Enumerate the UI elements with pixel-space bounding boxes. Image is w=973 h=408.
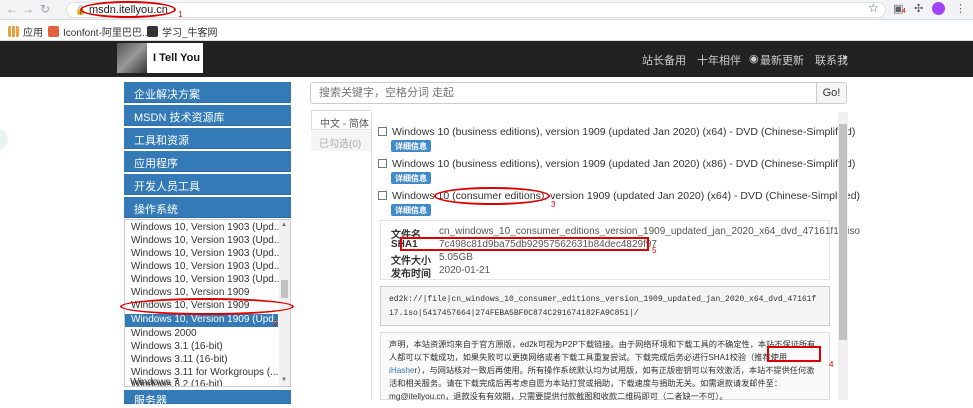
menu-os[interactable]: 操作系统	[124, 197, 291, 218]
bookmark-apps[interactable]: 应用	[8, 24, 43, 39]
bookmark-nowcoder[interactable]: 学习_牛客网	[147, 24, 218, 39]
annotation-ellipse	[80, 1, 176, 18]
search-input[interactable]	[310, 82, 817, 104]
os-list-item[interactable]: Windows 10, Version 1903 (Upd...	[131, 235, 282, 246]
bookmark-star-icon[interactable]: ☆	[868, 1, 879, 15]
iconfont-icon	[48, 26, 59, 37]
address-bar[interactable]: 🔒 msdn.itellyou.cn	[66, 2, 886, 18]
checkbox[interactable]	[378, 191, 387, 200]
list-item[interactable]: Windows 10 (business editions), version …	[378, 126, 855, 138]
caret-down-icon: ▼	[842, 55, 849, 62]
checkbox[interactable]	[378, 127, 387, 136]
annotation-ellipse	[120, 298, 294, 315]
extension-badge: 4	[902, 8, 906, 15]
site-logo[interactable]: I Tell You	[117, 43, 203, 73]
puzzle-icon[interactable]: ✣	[914, 2, 923, 15]
nav-link-ten-years[interactable]: 十年相伴	[697, 52, 741, 68]
tab-chinese-simplified[interactable]: 中文 - 简体	[311, 110, 371, 130]
menu-enterprise[interactable]: 企业解决方案	[124, 82, 291, 103]
annotation-number: 5	[652, 246, 657, 255]
notice-box: 声明，本站资源均来自于官方原版，ed2k可视为P2P下载链接。由于网络环境和下载…	[380, 332, 830, 401]
filename-value: cn_windows_10_consumer_editions_version_…	[439, 226, 860, 237]
detail-button[interactable]: 详细信息	[391, 140, 431, 152]
side-widget	[0, 128, 8, 150]
logo-image	[117, 43, 147, 73]
os-list-item[interactable]: Windows 10, Version 1903 (Upd...	[131, 222, 282, 233]
date-label: 发布时间	[391, 269, 431, 280]
os-list-item[interactable]: Windows 7	[130, 377, 179, 388]
os-list-item[interactable]: Windows 10, Version 1903 (Upd...	[131, 274, 282, 285]
annotation-number: 4	[829, 360, 834, 369]
annotation-number: 2	[273, 319, 278, 328]
os-list-item[interactable]: Windows 10, Version 1903 (Upd...	[131, 261, 282, 272]
menu-server[interactable]: 服务器	[124, 390, 291, 407]
apps-grid-icon	[8, 26, 19, 37]
checkbox[interactable]	[378, 159, 387, 168]
scroll-up-icon[interactable]: ▲	[281, 222, 287, 228]
size-value: 5.05GB	[439, 252, 473, 263]
list-item[interactable]: Windows 10 (business editions), version …	[378, 158, 855, 170]
menu-dots-icon[interactable]: ⋮	[955, 2, 966, 15]
os-list-item[interactable]: Windows 10, Version 1909	[131, 287, 249, 298]
nav-link-backup[interactable]: 站长备用	[642, 52, 686, 68]
annotation-ellipse	[434, 187, 550, 205]
menu-tools[interactable]: 工具和资源	[124, 128, 291, 149]
os-list-item[interactable]: Windows 2000	[131, 328, 197, 339]
menu-msdn[interactable]: MSDN 技术资源库	[124, 105, 291, 126]
avatar[interactable]	[932, 2, 945, 15]
reload-icon[interactable]: ↻	[40, 2, 50, 16]
nowcoder-icon	[147, 26, 158, 37]
detail-button[interactable]: 详细信息	[391, 204, 431, 216]
rss-icon: ◉	[749, 53, 759, 65]
menu-apps[interactable]: 应用程序	[124, 151, 291, 172]
search-button[interactable]: Go!	[816, 82, 847, 104]
menu-devtools[interactable]: 开发人员工具	[124, 174, 291, 195]
os-list-item[interactable]: Windows 3.1 (16-bit)	[131, 341, 223, 352]
forward-icon[interactable]: →	[22, 2, 34, 16]
ed2k-link-box[interactable]: ed2k://|file|cn_windows_10_consumer_edit…	[380, 286, 830, 326]
os-list-scroll-thumb[interactable]	[281, 280, 288, 298]
bookmark-iconfont[interactable]: Iconfont-阿里巴巴...	[48, 24, 150, 39]
notice-text-2: r），与网站核对一致后再使用。所有操作系统默认均为试用版，如有正版密钥可以有效激…	[389, 366, 815, 401]
notice-text: 声明，本站资源均来自于官方原版，ed2k可视为P2P下载链接。由于网络环境和下载…	[389, 340, 816, 362]
nav-link-latest[interactable]: 最新更新	[760, 52, 804, 68]
content-scroll-thumb[interactable]	[839, 124, 847, 340]
annotation-number: 3	[551, 200, 556, 209]
os-list-item[interactable]: Windows 10, Version 1903 (Upd...	[131, 248, 282, 259]
detail-button[interactable]: 详细信息	[391, 172, 431, 184]
ihasher-link[interactable]: iHashe	[389, 366, 415, 375]
annotation-box	[767, 346, 821, 362]
annotation-number: 1	[178, 10, 183, 19]
bookmarks-bar: 应用 Iconfont-阿里巴巴... 学习_牛客网	[0, 20, 973, 41]
back-icon[interactable]: ←	[6, 2, 18, 16]
os-list-item[interactable]: Windows 3.11 (16-bit)	[131, 354, 228, 365]
tab-checked[interactable]: 已勾选(0)	[311, 131, 371, 151]
scroll-down-icon[interactable]: ▼	[281, 377, 287, 383]
annotation-box	[400, 237, 649, 251]
site-header: I Tell You 站长备用 十年相伴 ◉ 最新更新 联系我 ▼	[0, 41, 973, 77]
date-value: 2020-01-21	[439, 265, 491, 276]
os-list-item-selected[interactable]: Windows 10, Version 1909 (Upd...	[125, 314, 282, 327]
